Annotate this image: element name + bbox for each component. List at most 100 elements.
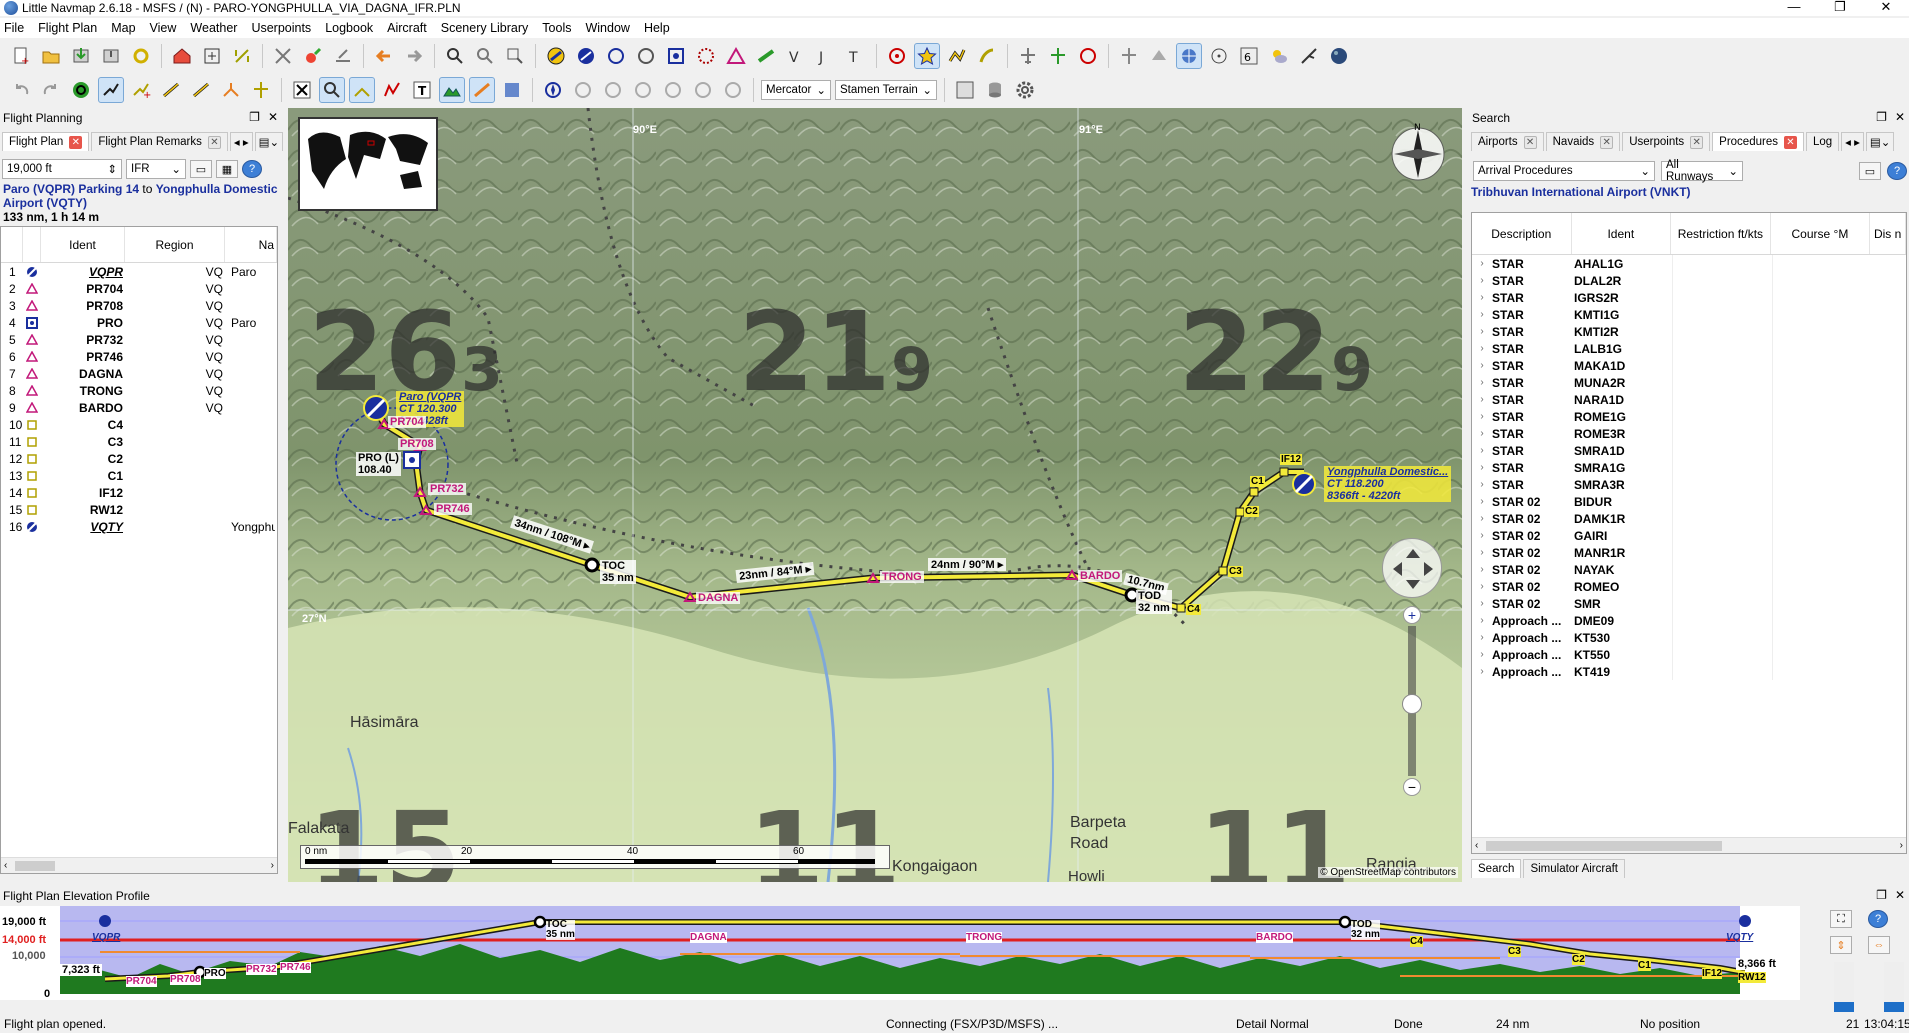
panel-close-icon[interactable]: ✕ bbox=[1895, 110, 1905, 124]
table-row[interactable]: › Approach ... KT550 bbox=[1472, 646, 1906, 663]
expand-arrow-icon[interactable]: › bbox=[1472, 258, 1492, 269]
close-tab-icon[interactable]: ✕ bbox=[1523, 135, 1537, 149]
expand-arrow-icon[interactable]: › bbox=[1472, 360, 1492, 371]
cruise-altitude-input[interactable]: 19,000 ft ⇕ bbox=[2, 159, 122, 179]
expand-arrow-icon[interactable]: › bbox=[1472, 462, 1492, 473]
scroll-left-icon[interactable]: ‹ bbox=[1475, 840, 1478, 851]
show-ai-aircraft-icon[interactable] bbox=[1116, 43, 1142, 69]
table-row[interactable]: › Approach ... KT530 bbox=[1472, 629, 1906, 646]
table-row[interactable]: 2 PR704 VQ bbox=[1, 280, 277, 297]
undock-icon[interactable]: ❐ bbox=[1876, 110, 1887, 124]
adjust-altitude-icon[interactable] bbox=[188, 77, 214, 103]
procedure-edit-icon[interactable]: ▭ bbox=[1859, 162, 1881, 180]
table-row[interactable]: › STAR IGRS2R bbox=[1472, 289, 1906, 306]
open-folder-icon[interactable] bbox=[38, 43, 64, 69]
zoom-out-button[interactable]: − bbox=[1403, 778, 1421, 796]
save-icon[interactable] bbox=[68, 43, 94, 69]
table-row[interactable]: 6 PR746 VQ bbox=[1, 348, 277, 365]
zoom-fit-icon[interactable] bbox=[502, 43, 528, 69]
show-soft-airports-icon[interactable] bbox=[573, 43, 599, 69]
center-aircraft-icon[interactable] bbox=[570, 77, 596, 103]
help-icon[interactable]: ? bbox=[242, 160, 262, 178]
table-row[interactable]: 9 BARDO VQ bbox=[1, 399, 277, 416]
table-row[interactable]: › STAR KMTI2R bbox=[1472, 323, 1906, 340]
zoom-map-icon[interactable] bbox=[442, 43, 468, 69]
show-ils-icon[interactable] bbox=[753, 43, 779, 69]
table-row[interactable]: › STAR 02 SMR bbox=[1472, 595, 1906, 612]
tab-airports[interactable]: Airports ✕ bbox=[1471, 132, 1544, 151]
table-row[interactable]: › STAR DLAL2R bbox=[1472, 272, 1906, 289]
column-ident[interactable]: Ident bbox=[41, 227, 125, 262]
expand-arrow-icon[interactable]: › bbox=[1472, 649, 1492, 660]
table-row[interactable]: › STAR SMRA3R bbox=[1472, 476, 1906, 493]
expand-arrow-icon[interactable]: › bbox=[1472, 275, 1492, 286]
expand-arrow-icon[interactable]: › bbox=[1472, 632, 1492, 643]
theme-select[interactable]: Stamen Terrain ⌄ bbox=[835, 80, 937, 100]
column-name[interactable]: Na bbox=[225, 227, 277, 262]
minimize-button[interactable]: — bbox=[1771, 0, 1817, 14]
flight-icon[interactable] bbox=[330, 43, 356, 69]
table-row[interactable]: › Approach ... DME09 bbox=[1472, 612, 1906, 629]
route-edit-icon[interactable] bbox=[300, 43, 326, 69]
column-region[interactable]: Region bbox=[125, 227, 225, 262]
procedure-type-select[interactable]: Arrival Procedures ⌄ bbox=[1473, 161, 1655, 181]
home-icon[interactable] bbox=[169, 43, 195, 69]
zoom-in-icon[interactable] bbox=[199, 43, 225, 69]
close-tab-icon[interactable]: ✕ bbox=[1600, 135, 1614, 149]
tab-scroll-arrows[interactable]: ◂ ▸ bbox=[229, 132, 253, 151]
table-row[interactable]: › STAR ROME1G bbox=[1472, 408, 1906, 425]
show-addon-airports-icon[interactable] bbox=[633, 43, 659, 69]
tab-scroll-arrows[interactable]: ◂ ▸ bbox=[1841, 132, 1864, 151]
table-row[interactable]: 4 PRO VQ Paro bbox=[1, 314, 277, 331]
close-button[interactable]: ✕ bbox=[1863, 0, 1909, 14]
airspace-fir-icon[interactable] bbox=[630, 77, 656, 103]
map-overview-icon[interactable] bbox=[952, 77, 978, 103]
zoom-slider[interactable]: + − bbox=[1400, 606, 1424, 800]
expand-arrow-icon[interactable]: › bbox=[1472, 445, 1492, 456]
maximize-button[interactable]: ❐ bbox=[1817, 0, 1863, 14]
table-row[interactable]: › STAR MAKA1D bbox=[1472, 357, 1906, 374]
expand-arrow-icon[interactable]: › bbox=[1472, 343, 1492, 354]
show-jet-airways-icon[interactable]: J bbox=[813, 43, 839, 69]
route-highlight-icon[interactable] bbox=[469, 77, 495, 103]
table-row[interactable]: › STAR 02 NAYAK bbox=[1472, 561, 1906, 578]
clear-selection-icon[interactable] bbox=[289, 77, 315, 103]
table-row[interactable]: 13 C1 bbox=[1, 467, 277, 484]
text-labels-icon[interactable]: T bbox=[409, 77, 435, 103]
undo-icon[interactable] bbox=[8, 77, 34, 103]
table-row[interactable]: 15 RW12 bbox=[1, 501, 277, 518]
menu-logbook[interactable]: Logbook bbox=[325, 21, 373, 35]
expand-arrow-icon[interactable]: › bbox=[1472, 496, 1492, 507]
column-course[interactable]: Course °M bbox=[1771, 213, 1871, 254]
expand-arrow-icon[interactable]: › bbox=[1472, 615, 1492, 626]
search-map-icon[interactable] bbox=[319, 77, 345, 103]
show-compass-rose-icon[interactable] bbox=[1075, 43, 1101, 69]
table-row[interactable]: › STAR AHAL1G bbox=[1472, 255, 1906, 272]
table-row[interactable]: › Approach ... KT419 bbox=[1472, 663, 1906, 680]
table-row[interactable]: › STAR 02 MANR1R bbox=[1472, 544, 1906, 561]
close-tab-icon[interactable]: ✕ bbox=[1690, 135, 1704, 149]
settings-gear-icon[interactable] bbox=[1012, 77, 1038, 103]
scrollbar-thumb[interactable] bbox=[1486, 840, 1723, 851]
tab-procedures[interactable]: Procedures ✕ bbox=[1712, 132, 1804, 151]
table-row[interactable]: 5 PR732 VQ bbox=[1, 331, 277, 348]
aircraft-center-icon[interactable] bbox=[248, 77, 274, 103]
column-ident[interactable]: Ident bbox=[1572, 213, 1672, 254]
expand-arrow-icon[interactable]: › bbox=[1472, 581, 1492, 592]
airspace-other-icon[interactable] bbox=[720, 77, 746, 103]
redo-icon[interactable] bbox=[38, 77, 64, 103]
show-empty-airports-icon[interactable] bbox=[603, 43, 629, 69]
expand-arrow-icon[interactable]: › bbox=[1472, 479, 1492, 490]
table-row[interactable]: 1 VQPR VQ Paro bbox=[1, 263, 277, 280]
select-route-icon[interactable] bbox=[270, 43, 296, 69]
show-globe-icon[interactable] bbox=[1326, 43, 1352, 69]
database-icon[interactable] bbox=[982, 77, 1008, 103]
tab-flight-plan[interactable]: Flight Plan ✕ bbox=[2, 132, 90, 151]
tab-navaids[interactable]: Navaids ✕ bbox=[1545, 132, 1621, 151]
table-row[interactable]: › STAR SMRA1D bbox=[1472, 442, 1906, 459]
expand-arrow-icon[interactable]: › bbox=[1472, 598, 1492, 609]
tab-flight-plan-remarks[interactable]: Flight Plan Remarks ✕ bbox=[91, 132, 228, 151]
back-icon[interactable] bbox=[371, 43, 397, 69]
expand-arrow-icon[interactable]: › bbox=[1472, 564, 1492, 575]
route-direct-icon[interactable] bbox=[218, 77, 244, 103]
